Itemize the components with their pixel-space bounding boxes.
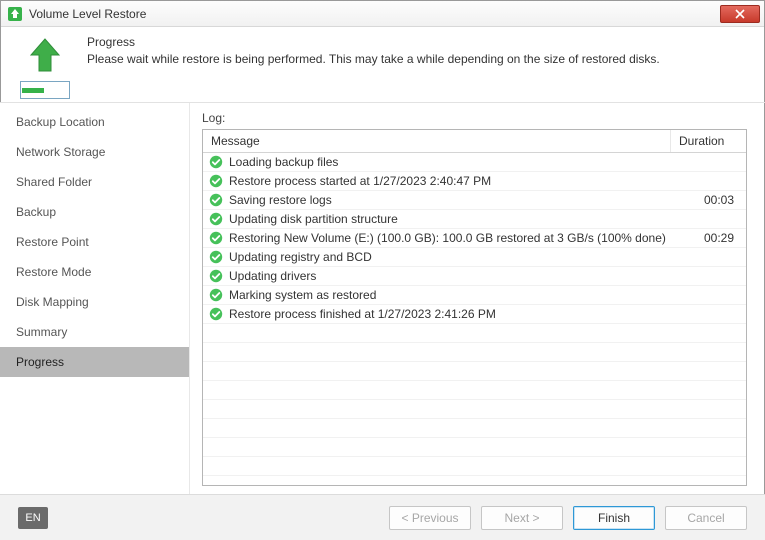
log-message: Updating disk partition structure — [229, 212, 672, 226]
sidebar-item-summary[interactable]: Summary — [0, 317, 189, 347]
log-message: Restore process finished at 1/27/2023 2:… — [229, 307, 672, 321]
check-icon — [209, 212, 223, 226]
log-message: Updating registry and BCD — [229, 250, 672, 264]
log-label: Log: — [202, 111, 747, 125]
window-title: Volume Level Restore — [29, 7, 714, 21]
progress-indicator — [20, 81, 70, 99]
log-message: Loading backup files — [229, 155, 672, 169]
language-badge[interactable]: EN — [18, 507, 48, 529]
wizard-header-graphic — [15, 35, 75, 99]
log-row[interactable]: Loading backup files — [203, 153, 746, 172]
log-row[interactable]: Updating disk partition structure — [203, 210, 746, 229]
log-row[interactable]: Marking system as restored — [203, 286, 746, 305]
log-row-empty — [203, 343, 746, 362]
next-button[interactable]: Next > — [481, 506, 563, 530]
sidebar-item-disk-mapping[interactable]: Disk Mapping — [0, 287, 189, 317]
check-icon — [209, 174, 223, 188]
titlebar: Volume Level Restore — [1, 1, 764, 27]
header-title: Progress — [87, 35, 750, 49]
log-message: Saving restore logs — [229, 193, 672, 207]
sidebar-item-restore-mode[interactable]: Restore Mode — [0, 257, 189, 287]
sidebar-item-progress[interactable]: Progress — [0, 347, 189, 377]
sidebar-item-backup[interactable]: Backup — [0, 197, 189, 227]
check-icon — [209, 250, 223, 264]
log-row-empty — [203, 438, 746, 457]
check-icon — [209, 155, 223, 169]
log-row-empty — [203, 381, 746, 400]
wizard-body: Backup LocationNetwork StorageShared Fol… — [0, 102, 765, 494]
log-rows: Loading backup files Restore process star… — [203, 153, 746, 485]
log-header: Message Duration — [203, 130, 746, 153]
log-row-empty — [203, 457, 746, 476]
log-duration: 00:03 — [672, 193, 740, 207]
log-row[interactable]: Updating registry and BCD — [203, 248, 746, 267]
sidebar-item-network-storage[interactable]: Network Storage — [0, 137, 189, 167]
close-button[interactable] — [720, 5, 760, 23]
log-row[interactable]: Saving restore logs00:03 — [203, 191, 746, 210]
log-row-empty — [203, 400, 746, 419]
log-col-message: Message — [203, 130, 670, 152]
wizard-header: Progress Please wait while restore is be… — [1, 27, 764, 103]
log-box: Message Duration Loading backup files Res… — [202, 129, 747, 486]
log-message: Restoring New Volume (E:) (100.0 GB): 10… — [229, 231, 672, 245]
log-message: Updating drivers — [229, 269, 672, 283]
log-message: Marking system as restored — [229, 288, 672, 302]
check-icon — [209, 269, 223, 283]
cancel-button[interactable]: Cancel — [665, 506, 747, 530]
header-description: Please wait while restore is being perfo… — [87, 52, 750, 66]
previous-button[interactable]: < Previous — [389, 506, 471, 530]
check-icon — [209, 231, 223, 245]
log-row-empty — [203, 419, 746, 438]
arrow-up-icon — [24, 35, 66, 77]
finish-button[interactable]: Finish — [573, 506, 655, 530]
sidebar-item-restore-point[interactable]: Restore Point — [0, 227, 189, 257]
log-row-empty — [203, 324, 746, 343]
log-duration: 00:29 — [672, 231, 740, 245]
wizard-steps-sidebar: Backup LocationNetwork StorageShared Fol… — [0, 103, 190, 494]
app-icon — [7, 6, 23, 22]
log-row[interactable]: Restore process started at 1/27/2023 2:4… — [203, 172, 746, 191]
check-icon — [209, 193, 223, 207]
wizard-content: Log: Message Duration Loading backup fil… — [190, 103, 765, 494]
sidebar-item-backup-location[interactable]: Backup Location — [0, 107, 189, 137]
check-icon — [209, 288, 223, 302]
log-col-duration: Duration — [670, 130, 746, 152]
check-icon — [209, 307, 223, 321]
wizard-footer: EN < Previous Next > Finish Cancel — [0, 494, 765, 540]
log-row[interactable]: Restoring New Volume (E:) (100.0 GB): 10… — [203, 229, 746, 248]
log-row[interactable]: Restore process finished at 1/27/2023 2:… — [203, 305, 746, 324]
log-row-empty — [203, 362, 746, 381]
log-row[interactable]: Updating drivers — [203, 267, 746, 286]
log-message: Restore process started at 1/27/2023 2:4… — [229, 174, 672, 188]
sidebar-item-shared-folder[interactable]: Shared Folder — [0, 167, 189, 197]
